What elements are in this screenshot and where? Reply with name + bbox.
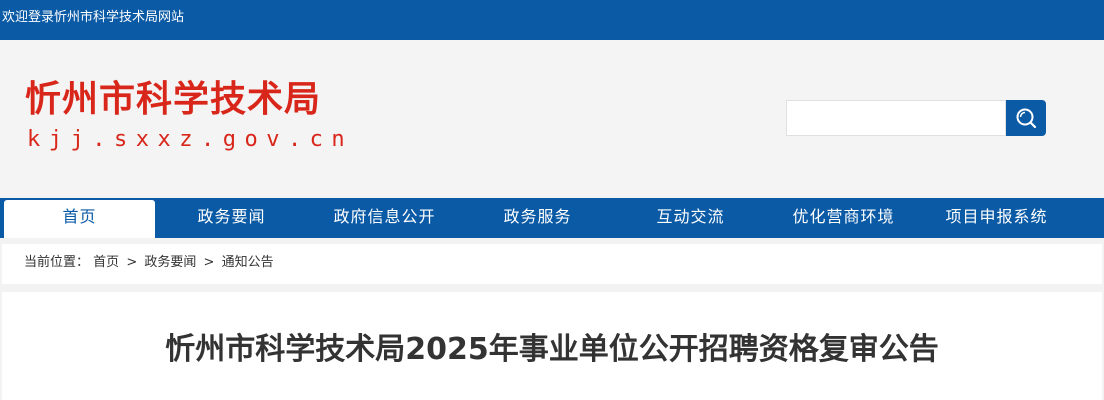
site-logo-title[interactable]: 忻州市科学技术局 (25, 78, 321, 122)
breadcrumb-prefix: 当前位置： (24, 255, 90, 270)
nav-item-news[interactable]: 政务要闻 (155, 198, 308, 238)
welcome-text: 欢迎登录忻州市科学技术局网站 (2, 10, 185, 25)
breadcrumb: 当前位置： 首页 > 政务要闻 > 通知公告 (2, 244, 1102, 284)
site-logo-domain[interactable]: kjj.sxxz.gov.cn (27, 126, 353, 154)
breadcrumb-separator: > (126, 255, 138, 270)
search-button[interactable] (1006, 100, 1046, 136)
search-icon (1016, 108, 1037, 129)
nav-item-project-system[interactable]: 项目申报系统 (920, 198, 1073, 238)
article-content: 忻州市科学技术局2025年事业单位公开招聘资格复审公告 (2, 292, 1102, 400)
welcome-bar: 欢迎登录忻州市科学技术局网站 (0, 0, 1104, 40)
site-header: 忻州市科学技术局 kjj.sxxz.gov.cn (0, 40, 1104, 198)
nav-item-home[interactable]: 首页 (4, 200, 155, 238)
main-nav: 首页 政务要闻 政府信息公开 政务服务 互动交流 优化营商环境 项目申报系统 (0, 198, 1104, 238)
breadcrumb-link-home[interactable]: 首页 (93, 255, 119, 270)
nav-item-services[interactable]: 政务服务 (461, 198, 614, 238)
nav-item-info-disclosure[interactable]: 政府信息公开 (308, 198, 461, 238)
article-title: 忻州市科学技术局2025年事业单位公开招聘资格复审公告 (165, 332, 939, 367)
breadcrumb-link-news[interactable]: 政务要闻 (144, 255, 196, 270)
nav-item-business-environment[interactable]: 优化营商环境 (767, 198, 920, 238)
breadcrumb-link-notices[interactable]: 通知公告 (222, 255, 274, 270)
breadcrumb-separator: > (203, 255, 215, 270)
nav-item-interaction[interactable]: 互动交流 (614, 198, 767, 238)
search-input[interactable] (786, 100, 1006, 136)
